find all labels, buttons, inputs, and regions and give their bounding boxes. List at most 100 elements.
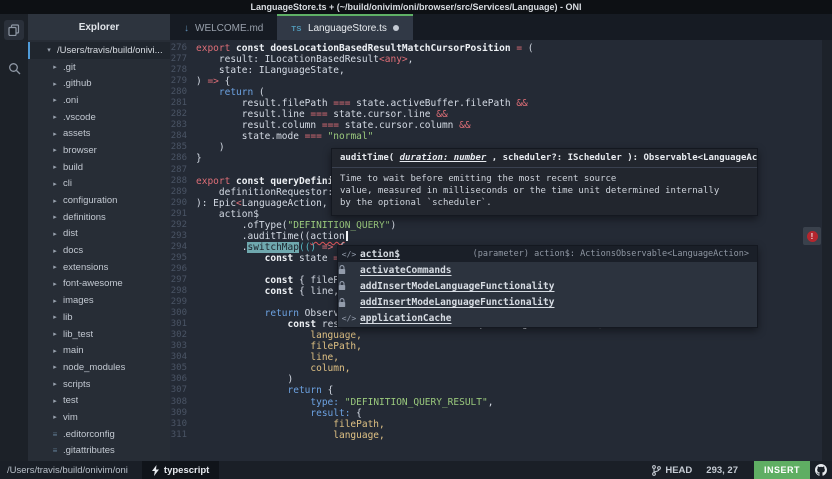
line-text: column, (196, 363, 350, 374)
tree-item-scripts[interactable]: ▸scripts (28, 376, 170, 393)
tree-item-label: docs (60, 245, 83, 256)
tree-item--editorconfig[interactable]: ≡.editorconfig (28, 426, 170, 443)
code-line: 309 result: { (170, 408, 832, 419)
github-octocat-icon[interactable] (810, 461, 832, 479)
completion-item-applicationcache[interactable]: </>applicationCache (338, 311, 757, 327)
tree-item-label: .gitattributes (60, 445, 115, 456)
chevron-right-icon: ▸ (50, 330, 60, 338)
lock-icon (338, 298, 360, 308)
tooltip-doc: Time to wait before emitting the most re… (332, 168, 757, 215)
code-line: 284 state.mode === "normal" (170, 131, 832, 142)
tree-item-configuration[interactable]: ▸configuration (28, 192, 170, 209)
tree-item-assets[interactable]: ▸assets (28, 125, 170, 142)
line-number: 279 (170, 76, 196, 87)
tree-item-definitions[interactable]: ▸definitions (28, 209, 170, 226)
modified-dot-icon (393, 25, 399, 31)
tree-item-node-modules[interactable]: ▸node_modules (28, 359, 170, 376)
tree-item-vim[interactable]: ▸vim (28, 409, 170, 426)
search-button[interactable] (4, 58, 24, 78)
tree-item-label: main (60, 345, 84, 356)
tree-item--oni[interactable]: ▸.oni (28, 92, 170, 109)
tab-languagestore-ts[interactable]: TSLanguageStore.ts (277, 14, 413, 40)
line-number: 282 (170, 109, 196, 120)
tree-item-label: .git (60, 62, 76, 73)
line-number: 308 (170, 397, 196, 408)
line-number: 298 (170, 286, 196, 297)
line-text: line, (196, 352, 339, 363)
line-text: .ofType("DEFINITION_QUERY") (196, 220, 396, 231)
active-parameter: duration: number (400, 153, 487, 163)
code-line: 281 result.filePath === state.activeBuff… (170, 98, 832, 109)
line-number: 310 (170, 419, 196, 430)
chevron-right-icon: ▸ (50, 263, 60, 271)
completion-item-addinsertmodelanguagefunctionality[interactable]: addInsertModeLanguageFunctionality (338, 295, 757, 311)
tree-item-docs[interactable]: ▸docs (28, 242, 170, 259)
signature-help-tooltip: auditTime( duration: number , scheduler?… (331, 148, 758, 216)
line-text: return Observa (196, 308, 345, 319)
tree-item--git[interactable]: ▸.git (28, 59, 170, 76)
tree-item-label: dist (60, 228, 78, 239)
chevron-right-icon: ▸ (50, 230, 60, 238)
code-icon: </> (338, 250, 360, 259)
tree-item-extensions[interactable]: ▸extensions (28, 259, 170, 276)
tree-item--gitattributes[interactable]: ≡.gitattributes (28, 443, 170, 460)
line-number: 309 (170, 408, 196, 419)
line-number: 299 (170, 297, 196, 308)
tree-item-lib[interactable]: ▸lib (28, 309, 170, 326)
tree-item-root[interactable]: ▾/Users/travis/build/onivi... (28, 42, 170, 59)
chevron-right-icon: ▸ (50, 280, 60, 288)
tree-item--github[interactable]: ▸.github (28, 75, 170, 92)
code-lines: 276export const doesLocationBasedResultM… (170, 43, 832, 441)
language-indicator: typescript (142, 461, 219, 479)
line-number: 288 (170, 176, 196, 187)
completion-item-activatecommands[interactable]: activateCommands (338, 262, 757, 278)
explorer-files-button[interactable] (4, 20, 24, 40)
completion-detail: (parameter) action$: ActionsObservable<L… (473, 249, 757, 259)
code-line: 308 type: "DEFINITION_QUERY_RESULT", (170, 397, 832, 408)
completion-item-action-[interactable]: </>action$(parameter) action$: ActionsOb… (338, 246, 757, 262)
line-number: 306 (170, 374, 196, 385)
tree-item-cli[interactable]: ▸cli (28, 176, 170, 193)
tree-item-build[interactable]: ▸build (28, 159, 170, 176)
tree-item-font-awesome[interactable]: ▸font-awesome (28, 276, 170, 293)
line-text: const { filePa (196, 275, 345, 286)
tree-item-main[interactable]: ▸main (28, 342, 170, 359)
tab-welcome-md[interactable]: ↓WELCOME.md (170, 14, 277, 40)
line-text: type: "DEFINITION_QUERY_RESULT", (196, 397, 493, 408)
error-indicator: ! (803, 227, 821, 245)
code-line: 282 result.line === state.cursor.line && (170, 109, 832, 120)
file-icon: ≡ (50, 446, 60, 455)
lock-icon (338, 281, 360, 291)
tree-item--vscode[interactable]: ▸.vscode (28, 109, 170, 126)
code-line: 293 .auditTime((action (170, 231, 832, 242)
tree-item-dist[interactable]: ▸dist (28, 226, 170, 243)
code-line: 306 ) (170, 374, 832, 385)
tree-item-test[interactable]: ▸test (28, 392, 170, 409)
chevron-right-icon: ▸ (50, 197, 60, 205)
completion-label: applicationCache (360, 313, 452, 324)
chevron-right-icon: ▸ (50, 297, 60, 305)
completion-item-addinsertmodelanguagefunctionality[interactable]: addInsertModeLanguageFunctionality (338, 278, 757, 294)
oni-window: LanguageStore.ts + (~/build/onivim/oni/b… (0, 0, 832, 479)
tooltip-doc-line: by the optional `scheduler`. (340, 197, 749, 209)
chevron-right-icon: ▸ (50, 363, 60, 371)
tree-item-lib-test[interactable]: ▸lib_test (28, 326, 170, 343)
activity-bar (0, 14, 28, 461)
vim-mode-badge: INSERT (754, 461, 810, 479)
chevron-right-icon: ▸ (50, 180, 60, 188)
cursor-position: 293, 27 (706, 465, 738, 476)
tree-item-label: test (60, 395, 78, 406)
tree-item-browser[interactable]: ▸browser (28, 142, 170, 159)
tab-label: WELCOME.md (195, 23, 263, 34)
tree-item-label: images (60, 295, 94, 306)
line-text: result: ILocationBasedResult<any>, (196, 54, 413, 65)
editor-scrollbar[interactable] (822, 40, 832, 461)
file-icon: ≡ (50, 430, 60, 439)
chevron-right-icon: ▸ (50, 146, 60, 154)
tree-item-images[interactable]: ▸images (28, 292, 170, 309)
tree-item-label: .editorconfig (60, 429, 115, 440)
tree-item-label: font-awesome (60, 278, 123, 289)
language-label: typescript (164, 465, 209, 476)
chevron-right-icon: ▸ (50, 113, 60, 121)
chevron-right-icon: ▸ (50, 130, 60, 138)
